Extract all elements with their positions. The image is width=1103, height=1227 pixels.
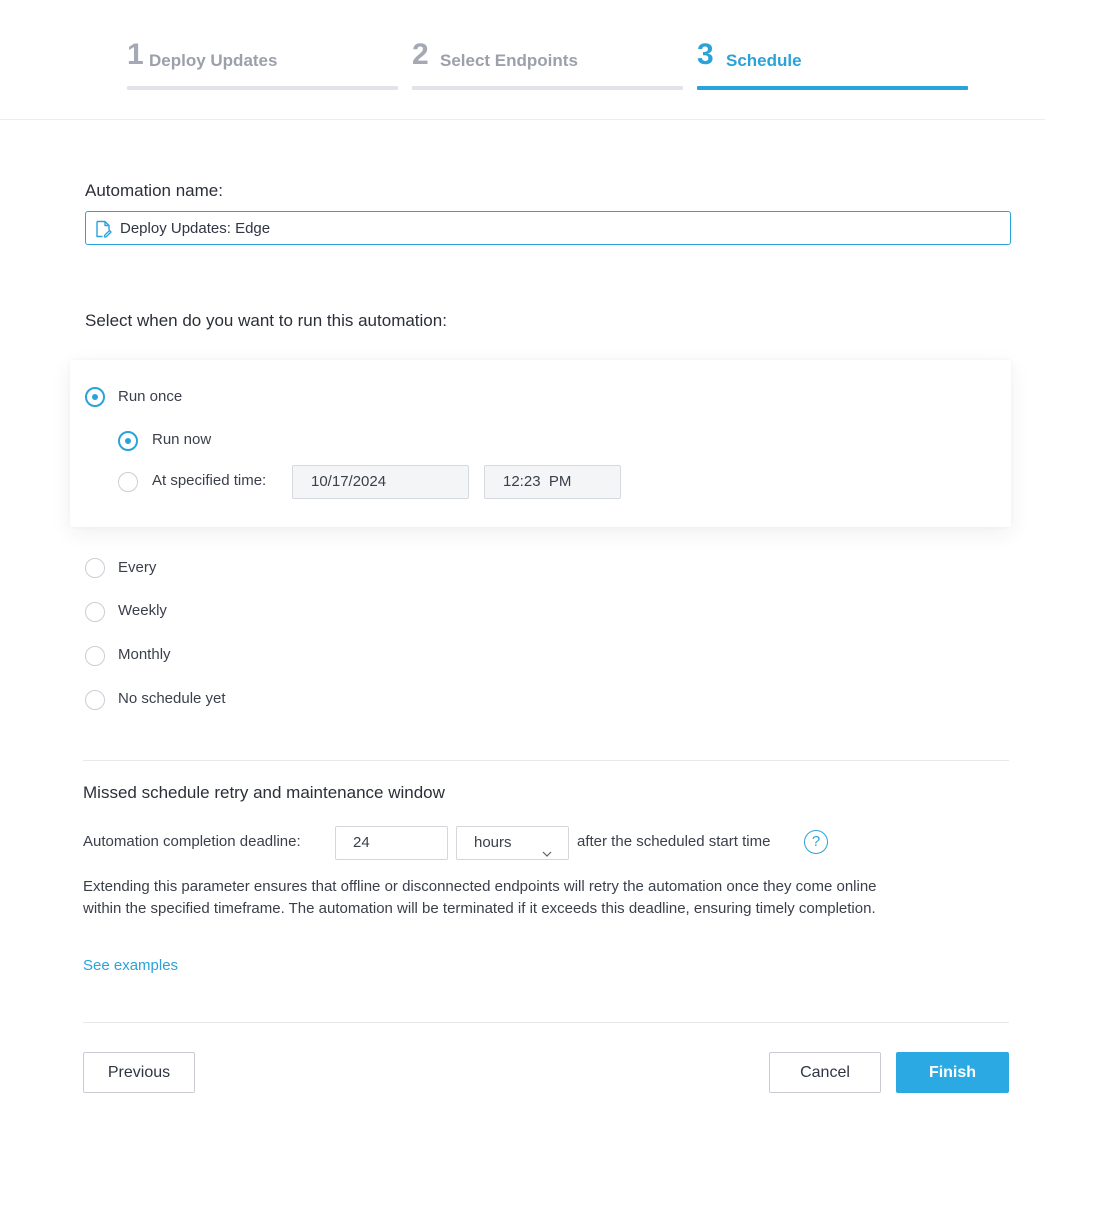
run-once-label[interactable]: Run once xyxy=(118,388,182,406)
automation-name-input[interactable]: Deploy Updates: Edge xyxy=(85,211,1011,245)
wizard-stepper: 1 Deploy Updates 2 Select Endpoints 3 Sc… xyxy=(0,0,1045,120)
deadline-unit-value: hours xyxy=(474,834,512,851)
step-number: 3 xyxy=(697,38,714,71)
time-input[interactable]: 12:23 PM xyxy=(484,465,621,499)
help-icon[interactable]: ? xyxy=(804,830,828,854)
retry-description: Extending this parameter ensures that of… xyxy=(83,878,877,917)
weekly-radio[interactable] xyxy=(85,602,105,622)
step-number: 2 xyxy=(412,38,429,71)
step-label: Select Endpoints xyxy=(440,51,578,70)
step-progress-bar xyxy=(412,86,683,90)
footer-divider xyxy=(83,1022,1009,1023)
step-schedule[interactable]: 3 Schedule xyxy=(697,38,968,90)
step-progress-bar xyxy=(697,86,968,90)
deadline-unit-select[interactable]: hours xyxy=(456,826,569,860)
run-now-label[interactable]: Run now xyxy=(152,431,211,449)
step-label: Schedule xyxy=(726,51,802,70)
section-divider xyxy=(83,760,1009,761)
automation-name-value: Deploy Updates: Edge xyxy=(120,220,271,237)
deadline-label: Automation completion deadline: xyxy=(83,833,301,850)
at-specified-time-radio[interactable] xyxy=(118,472,138,492)
every-radio[interactable] xyxy=(85,558,105,578)
step-select-endpoints[interactable]: 2 Select Endpoints xyxy=(412,38,683,90)
edit-document-icon xyxy=(94,220,112,238)
retry-section-title: Missed schedule retry and maintenance wi… xyxy=(83,783,445,802)
after-start-label: after the scheduled start time xyxy=(577,833,771,850)
step-progress-bar xyxy=(127,86,398,90)
monthly-radio[interactable] xyxy=(85,646,105,666)
step-deploy-updates[interactable]: 1 Deploy Updates xyxy=(127,38,398,90)
step-label: Deploy Updates xyxy=(149,51,278,70)
run-once-radio[interactable] xyxy=(85,387,105,407)
finish-button[interactable]: Finish xyxy=(896,1052,1009,1093)
step-number: 1 xyxy=(127,38,144,71)
cancel-button[interactable]: Cancel xyxy=(769,1052,881,1093)
see-examples-link[interactable]: See examples xyxy=(83,957,178,975)
schedule-question: Select when do you want to run this auto… xyxy=(85,311,447,330)
chevron-down-icon xyxy=(542,839,552,857)
automation-name-label: Automation name: xyxy=(85,181,223,200)
every-label[interactable]: Every xyxy=(118,559,156,577)
at-specified-time-label[interactable]: At specified time: xyxy=(152,472,266,490)
monthly-label[interactable]: Monthly xyxy=(118,646,171,664)
no-schedule-radio[interactable] xyxy=(85,690,105,710)
weekly-label[interactable]: Weekly xyxy=(118,602,167,620)
deadline-input[interactable]: 24 xyxy=(335,826,448,860)
no-schedule-label[interactable]: No schedule yet xyxy=(118,690,226,708)
previous-button[interactable]: Previous xyxy=(83,1052,195,1093)
run-now-radio[interactable] xyxy=(118,431,138,451)
date-input[interactable]: 10/17/2024 xyxy=(292,465,469,499)
